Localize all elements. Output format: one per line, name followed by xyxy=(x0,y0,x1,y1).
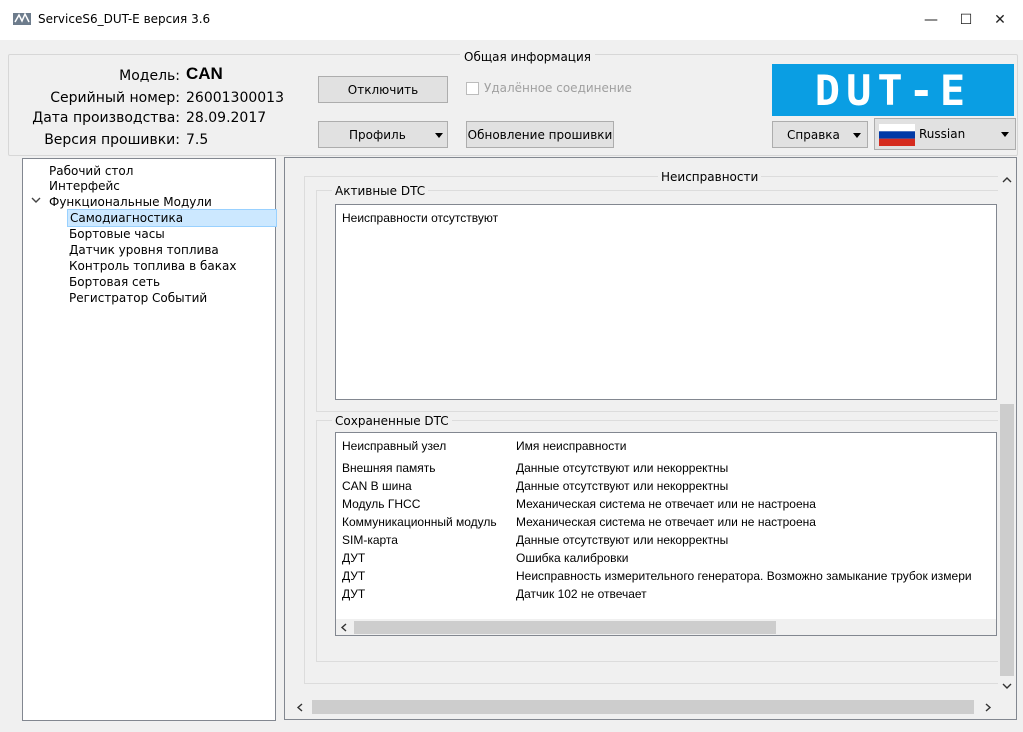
tree-item-tank-fuel-control[interactable]: Контроль топлива в баках xyxy=(69,258,236,274)
list-item[interactable]: CAN B шина Данные отсутствуют или некорр… xyxy=(336,477,996,495)
chevron-up-icon[interactable] xyxy=(1002,176,1012,184)
chevron-down-icon xyxy=(435,133,443,138)
row-fault: Данные отсутствуют или некорректны xyxy=(516,479,729,493)
row-fault: Ошибка калибровки xyxy=(516,551,629,565)
row-fault: Данные отсутствуют или некорректны xyxy=(516,533,729,547)
remote-connection-checkbox[interactable] xyxy=(466,82,479,95)
dut-e-logo: DUT-E xyxy=(772,64,1014,116)
row-fault: Датчик 102 не отвечает xyxy=(516,587,647,601)
content-scroll-thumb[interactable] xyxy=(1000,404,1014,676)
chevron-down-icon xyxy=(853,133,861,138)
chevron-left-icon[interactable] xyxy=(296,703,304,712)
tree-item-onboard-clock[interactable]: Бортовые часы xyxy=(69,226,165,242)
list-scroll-thumb[interactable] xyxy=(354,621,776,634)
tree-item-self-diagnostics[interactable]: Самодиагностика xyxy=(67,209,277,227)
logo-text: DUT-E xyxy=(814,65,972,115)
window-title: ServiceS6_DUT-E версия 3.6 xyxy=(38,12,211,26)
content-hscroll-thumb[interactable] xyxy=(312,700,974,714)
active-dtc-box: Неисправности отсутствуют xyxy=(335,204,997,400)
list-item[interactable]: Коммуникационный модуль Механическая сис… xyxy=(336,513,996,531)
profile-label: Профиль xyxy=(349,127,406,142)
row-fault: Механическая система не отвечает или не … xyxy=(516,497,816,511)
chevron-down-icon[interactable] xyxy=(1002,682,1012,690)
row-node: ДУТ xyxy=(342,587,366,601)
language-value: Russian xyxy=(919,127,966,141)
list-header: Неисправный узел Имя неисправности xyxy=(336,437,996,455)
model-label: Модель: xyxy=(119,68,180,84)
language-dropdown[interactable]: Russian xyxy=(874,118,1016,150)
help-label: Справка xyxy=(787,127,840,142)
chevron-down-icon[interactable] xyxy=(31,197,41,205)
tree-item-event-logger[interactable]: Регистратор Событий xyxy=(69,290,207,306)
active-dtc-title: Активные DTC xyxy=(332,184,429,198)
column-header-fault-name[interactable]: Имя неисправности xyxy=(516,437,626,455)
title-bar: ServiceS6_DUT-E версия 3.6 — ☐ ✕ xyxy=(0,0,1023,40)
list-item[interactable]: Внешняя память Данные отсутствуют или не… xyxy=(336,459,996,477)
tree-item-onboard-network[interactable]: Бортовая сеть xyxy=(69,274,160,290)
row-node: CAN B шина xyxy=(342,479,412,493)
content-vertical-scrollbar[interactable] xyxy=(998,158,1016,698)
firmware-version-value: 7.5 xyxy=(186,132,209,148)
chevron-down-icon xyxy=(1001,132,1009,137)
row-node: ДУТ xyxy=(342,551,366,565)
chevron-left-icon[interactable] xyxy=(340,623,348,632)
serial-value: 26001300013 xyxy=(186,90,284,106)
row-node: SIM-карта xyxy=(342,533,398,547)
faults-section-title: Неисправности xyxy=(658,170,762,184)
active-dtc-message: Неисправности отсутствуют xyxy=(342,211,499,225)
column-header-node[interactable]: Неисправный узел xyxy=(342,437,446,455)
tree-item-interface[interactable]: Интерфейс xyxy=(49,178,120,194)
model-value: CAN xyxy=(186,64,223,83)
close-button[interactable]: ✕ xyxy=(977,0,1023,40)
profile-dropdown[interactable]: Профиль xyxy=(318,121,448,148)
navigation-tree: Рабочий стол Интерфейс Функциональные Мо… xyxy=(22,158,277,721)
list-item[interactable]: ДУТ Ошибка калибровки xyxy=(336,549,996,567)
tree-item-desktop[interactable]: Рабочий стол xyxy=(49,163,133,179)
help-dropdown[interactable]: Справка xyxy=(772,121,868,148)
saved-dtc-list: Неисправный узел Имя неисправности Внешн… xyxy=(335,432,997,636)
list-item[interactable]: ДУТ Неисправность измерительного генерат… xyxy=(336,567,996,585)
row-node: Коммуникационный модуль xyxy=(342,515,497,529)
row-fault: Данные отсутствуют или некорректны xyxy=(516,461,729,475)
app-icon xyxy=(13,12,31,25)
row-node: Внешняя память xyxy=(342,461,436,475)
list-item[interactable]: SIM-карта Данные отсутствуют или некорре… xyxy=(336,531,996,549)
firmware-version-label: Версия прошивки: xyxy=(44,132,180,148)
chevron-right-icon[interactable] xyxy=(984,703,992,712)
russia-flag-icon xyxy=(879,124,915,146)
list-item[interactable]: Модуль ГНСС Механическая система не отве… xyxy=(336,495,996,513)
saved-dtc-title: Сохраненные DTC xyxy=(332,414,452,428)
row-fault: Неисправность измерительного генератора.… xyxy=(516,569,972,583)
remote-connection-label: Удалённое соединение xyxy=(484,81,632,95)
tree-item-functional-modules[interactable]: Функциональные Модули xyxy=(49,194,212,210)
list-horizontal-scrollbar[interactable] xyxy=(336,619,996,635)
tree-item-fuel-level-sensor[interactable]: Датчик уровня топлива xyxy=(69,242,219,258)
manufacture-date-value: 28.09.2017 xyxy=(186,110,267,126)
manufacture-date-label: Дата производства: xyxy=(32,110,180,126)
row-node: Модуль ГНСС xyxy=(342,497,421,511)
content-horizontal-scrollbar[interactable] xyxy=(286,698,998,716)
row-fault: Механическая система не отвечает или не … xyxy=(516,515,816,529)
serial-label: Серийный номер: xyxy=(50,90,180,106)
firmware-update-button[interactable]: Обновление прошивки xyxy=(466,121,614,148)
disconnect-button[interactable]: Отключить xyxy=(318,76,448,103)
info-section-title: Общая информация xyxy=(460,50,595,64)
list-item[interactable]: ДУТ Датчик 102 не отвечает xyxy=(336,585,996,603)
row-node: ДУТ xyxy=(342,569,366,583)
